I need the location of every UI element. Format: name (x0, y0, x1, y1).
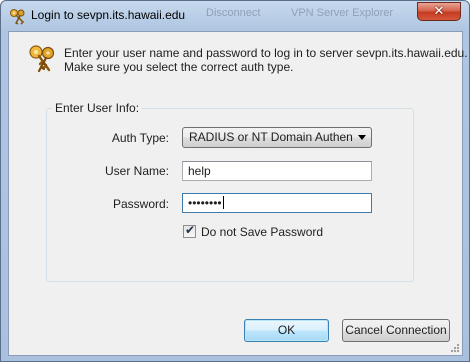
intro-line: Make sure you select the correct auth ty… (64, 60, 294, 74)
user-name-label: User Name: (104, 164, 169, 178)
window-title: Login to sevpn.its.hawaii.edu (31, 8, 186, 22)
checkmark-icon: ✔ (185, 223, 196, 237)
password-input[interactable]: •••••••• (182, 193, 372, 213)
title-bar[interactable]: Login to sevpn.its.hawaii.edu Disconnect… (1, 1, 469, 31)
background-window-text: VPN Server Explorer (291, 7, 394, 19)
login-dialog: Login to sevpn.its.hawaii.edu Disconnect… (0, 0, 470, 362)
cancel-connection-button[interactable]: Cancel Connection (342, 319, 450, 342)
resize-grip-icon[interactable] (450, 343, 460, 353)
group-legend: Enter User Info: (52, 101, 143, 115)
intro-line: Enter your user name and password to log… (64, 46, 468, 60)
user-name-input[interactable]: help (182, 161, 372, 181)
close-button[interactable]: ✕ (417, 2, 461, 21)
password-label: Password: (112, 197, 169, 211)
auth-type-value: RADIUS or NT Domain Authentication (189, 130, 353, 144)
user-name-value: help (188, 164, 211, 178)
keys-icon (29, 45, 55, 73)
save-password-checkbox[interactable]: ✔ (183, 223, 196, 238)
auth-type-select[interactable]: RADIUS or NT Domain Authentication (182, 127, 372, 148)
background-window-text: Disconnect (206, 7, 261, 19)
password-value: •••••••• (188, 196, 222, 210)
dialog-body: Enter your user name and password to log… (8, 31, 468, 356)
chevron-down-icon (358, 135, 366, 140)
text-caret (222, 196, 224, 209)
close-icon: ✕ (433, 3, 445, 18)
intro-text: Enter your user name and password to log… (64, 46, 468, 74)
keys-icon (10, 9, 25, 25)
save-password-label[interactable]: Do not Save Password (201, 225, 323, 239)
auth-type-label: Auth Type: (111, 131, 169, 145)
ok-button[interactable]: OK (244, 319, 329, 342)
